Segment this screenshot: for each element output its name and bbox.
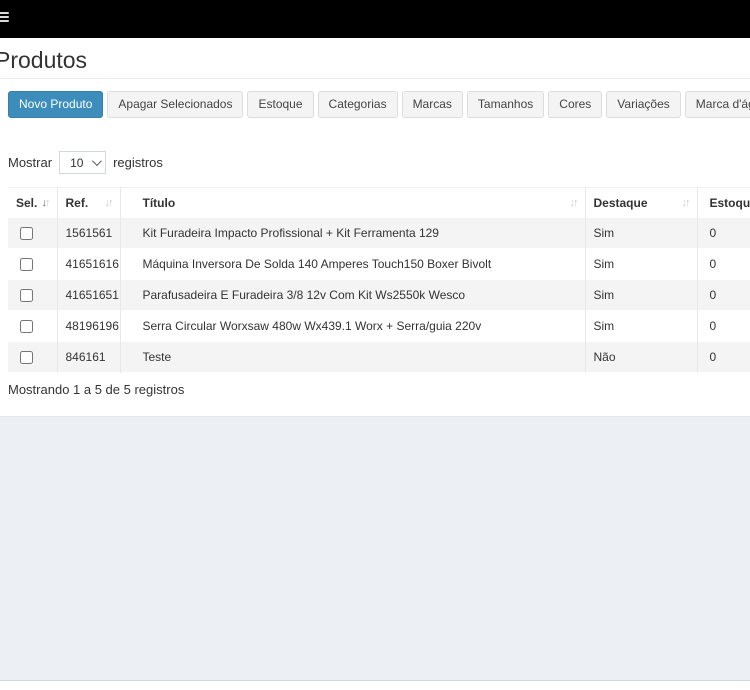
- table-row: 41651616 Máquina Inversora De Solda 140 …: [8, 248, 750, 280]
- products-table: Sel. ↓↑ Ref. ↓↑ Título ↓↑ Destaque ↓↑ Es…: [8, 187, 750, 373]
- sort-icon: ↓↑: [104, 197, 114, 210]
- sort-icon: ↓↑: [569, 197, 579, 210]
- cell-estoque: 0: [696, 218, 750, 249]
- row-checkbox[interactable]: [20, 319, 33, 333]
- delete-selected-button[interactable]: Apagar Selecionados: [107, 91, 244, 119]
- cell-estoque: 0: [696, 310, 750, 342]
- toolbar: Novo Produto Apagar Selecionados Estoque…: [0, 79, 750, 130]
- new-product-button[interactable]: Novo Produto: [8, 91, 104, 119]
- cell-titulo: Máquina Inversora De Solda 140 Amperes T…: [119, 248, 585, 280]
- cell-ref: 846161: [56, 341, 120, 373]
- sort-icon: ↓↑: [681, 197, 691, 210]
- content-panel: Produtos Novo Produto Apagar Selecionado…: [0, 38, 750, 417]
- stock-button[interactable]: Estoque: [247, 91, 314, 119]
- brands-button[interactable]: Marcas: [401, 91, 463, 119]
- chevron-down-icon: [92, 156, 102, 167]
- variations-button[interactable]: Variações: [606, 91, 681, 119]
- row-checkbox[interactable]: [20, 350, 33, 364]
- table-row: 41651651 Parafusadeira E Furadeira 3/8 1…: [8, 279, 750, 311]
- top-navbar: [0, 0, 750, 38]
- cell-ref: 41651651: [56, 279, 120, 311]
- products-table-wrap: Sel. ↓↑ Ref. ↓↑ Título ↓↑ Destaque ↓↑ Es…: [8, 187, 750, 373]
- cell-destaque: Sim: [584, 310, 697, 342]
- table-row: 846161 Teste Não 0: [8, 341, 750, 373]
- row-checkbox[interactable]: [20, 226, 33, 240]
- row-checkbox[interactable]: [20, 257, 33, 271]
- app-window: Produtos Novo Produto Apagar Selecionado…: [0, 0, 750, 690]
- row-checkbox[interactable]: [20, 288, 33, 302]
- column-header-titulo[interactable]: Título ↓↑: [119, 187, 585, 219]
- column-header-ref[interactable]: Ref. ↓↑: [56, 187, 120, 219]
- cell-titulo: Teste: [119, 341, 585, 373]
- cell-estoque: 0: [696, 279, 750, 311]
- cell-destaque: Sim: [584, 279, 697, 311]
- colors-button[interactable]: Cores: [548, 91, 603, 119]
- table-row: 1561561 Kit Furadeira Impacto Profission…: [8, 218, 750, 249]
- page-title: Produtos: [0, 47, 88, 73]
- page-length-select[interactable]: 10: [59, 151, 107, 175]
- cell-titulo: Parafusadeira E Furadeira 3/8 12v Com Ki…: [119, 279, 585, 311]
- table-header-row: Sel. ↓↑ Ref. ↓↑ Título ↓↑ Destaque ↓↑ Es…: [8, 187, 750, 219]
- cell-estoque: 0: [696, 341, 750, 373]
- length-label-suffix: registros: [113, 155, 163, 171]
- length-label-prefix: Mostrar: [8, 155, 53, 171]
- table-row: 48196196 Serra Circular Worxsaw 480w Wx4…: [8, 310, 750, 342]
- column-header-destaque[interactable]: Destaque ↓↑: [584, 187, 697, 219]
- cell-destaque: Não: [584, 341, 697, 373]
- page-header: Produtos: [0, 38, 750, 79]
- page-length-value: 10: [70, 155, 84, 170]
- cell-estoque: 0: [696, 248, 750, 280]
- cell-ref: 41651616: [56, 248, 120, 280]
- cell-destaque: Sim: [584, 218, 697, 249]
- table-info-text: Mostrando 1 a 5 de 5 registros: [8, 382, 185, 398]
- hamburger-menu-icon[interactable]: [0, 12, 9, 26]
- column-header-estoque[interactable]: Estoque: [696, 187, 750, 219]
- page-footer: [0, 680, 750, 690]
- watermark-button[interactable]: Marca d'água: [684, 91, 750, 119]
- cell-ref: 1561561: [56, 218, 120, 249]
- sizes-button[interactable]: Tamanhos: [466, 91, 545, 119]
- cell-destaque: Sim: [584, 248, 697, 280]
- sort-active-icon: ↓↑: [41, 197, 51, 210]
- page-length-control: Mostrar 10 registros: [0, 130, 750, 175]
- cell-ref: 48196196: [56, 310, 120, 342]
- cell-titulo: Serra Circular Worxsaw 480w Wx439.1 Worx…: [119, 310, 585, 342]
- categories-button[interactable]: Categorias: [317, 91, 398, 119]
- column-header-sel[interactable]: Sel. ↓↑: [8, 188, 57, 219]
- content-background: [0, 417, 750, 680]
- cell-titulo: Kit Furadeira Impacto Profissional + Kit…: [119, 218, 585, 249]
